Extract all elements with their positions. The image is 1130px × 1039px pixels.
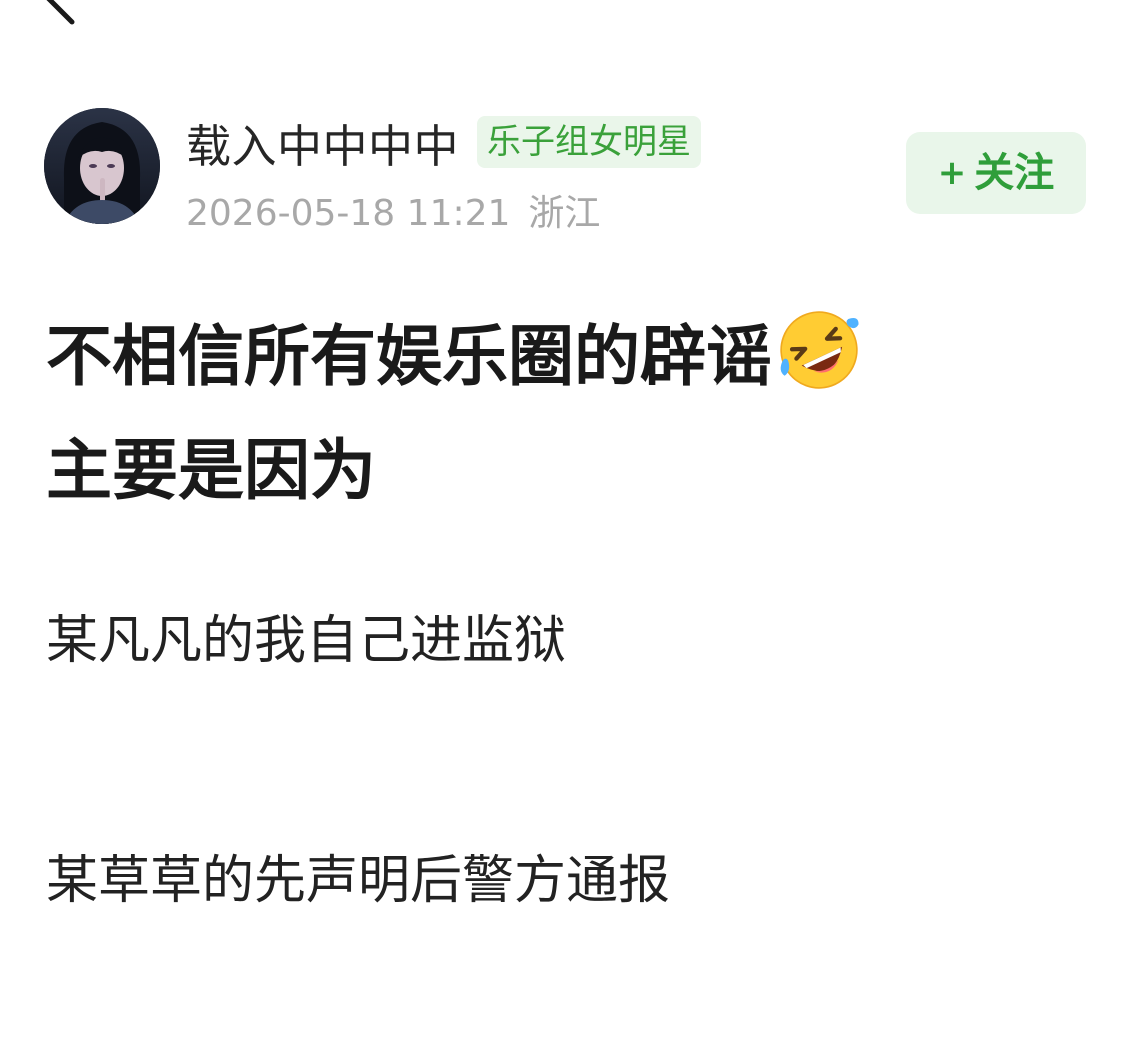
- post-meta: 2026-05-18 11:21 浙江: [186, 184, 886, 236]
- post-paragraph: 某凡凡的我自己进监狱: [46, 611, 567, 671]
- username[interactable]: 载入中中中中: [186, 110, 459, 175]
- rolling-on-floor-laughing-emoji: [780, 311, 859, 389]
- post-title-text-1: 不相信所有娱乐圈的辟谣: [46, 318, 772, 395]
- post-title-line-1: 不相信所有娱乐圈的辟谣: [46, 300, 1086, 414]
- user-info: 载入中中中中 乐子组女明星 2026-05-18 11:21 浙江: [186, 110, 886, 236]
- post-title: 不相信所有娱乐圈的辟谣 主要是因为: [46, 300, 1086, 528]
- post-timestamp: 2026-05-18 11:21: [186, 193, 511, 234]
- back-arrow-icon: [46, 0, 75, 25]
- post-title-line-2: 主要是因为: [46, 432, 376, 509]
- back-button[interactable]: [30, 0, 90, 28]
- post-location: 浙江: [528, 193, 601, 234]
- plus-icon: +: [937, 153, 967, 193]
- user-tag-badge: 乐子组女明星: [477, 116, 702, 168]
- post-paragraph: 某草草的先声明后警方通报: [46, 851, 671, 911]
- follow-label: 关注: [974, 150, 1055, 196]
- name-row: 载入中中中中 乐子组女明星: [186, 110, 886, 174]
- follow-button[interactable]: + 关注: [906, 132, 1086, 214]
- avatar-image: [44, 108, 160, 224]
- post-header: 载入中中中中 乐子组女明星 2026-05-18 11:21 浙江 + 关注: [44, 108, 1086, 234]
- user-avatar[interactable]: [44, 108, 160, 224]
